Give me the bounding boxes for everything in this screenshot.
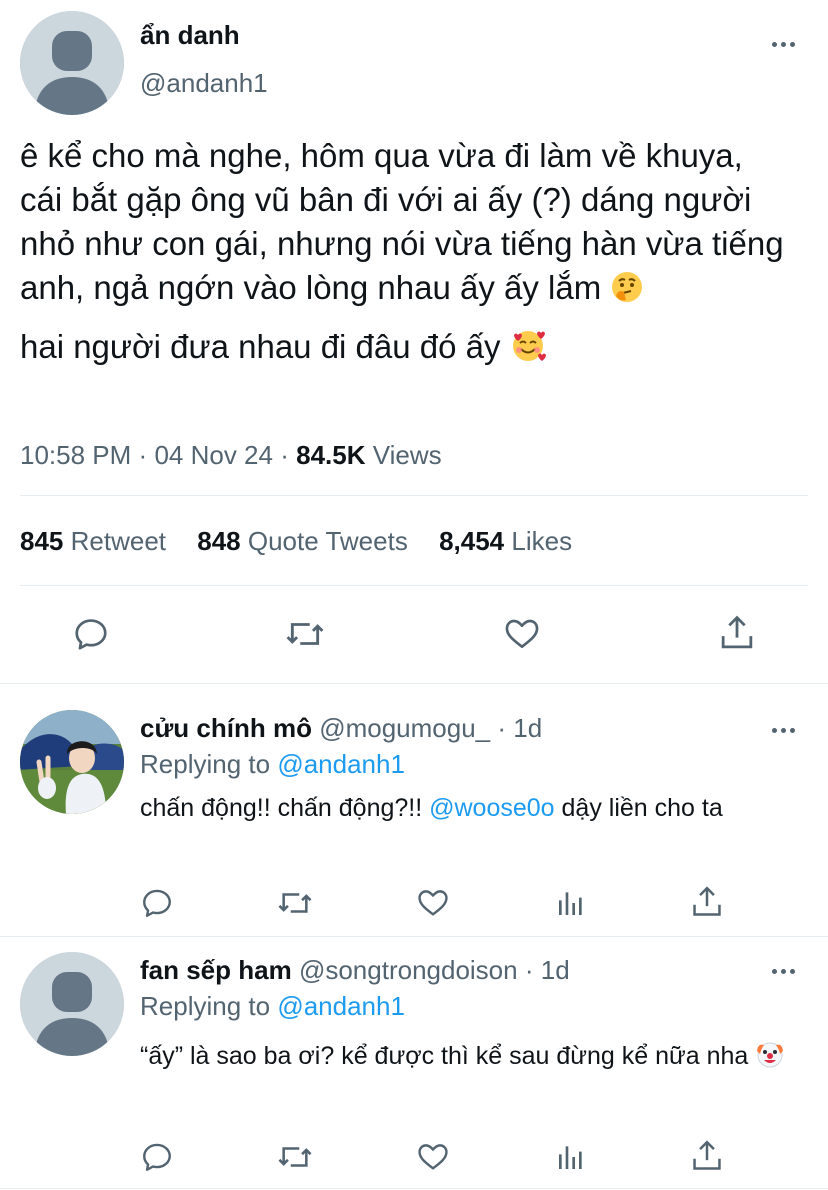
heart-icon xyxy=(418,1144,448,1170)
section-divider xyxy=(0,1188,828,1189)
heart-icon xyxy=(505,619,539,649)
more-options-button[interactable] xyxy=(772,42,795,47)
dot-icon xyxy=(772,42,777,47)
retweet-icon xyxy=(286,623,324,645)
reply-1-header: cửu chính mô @mogumogu_ · 1d xyxy=(140,713,543,743)
divider xyxy=(20,585,808,586)
divider xyxy=(20,495,808,496)
tweet-meta: 10:58 PM · 04 Nov 24 · 84.5K Views xyxy=(20,440,442,470)
thinking-face-emoji-icon xyxy=(610,270,644,315)
share-icon xyxy=(693,886,721,916)
reply-1-replying-to: Replying to @andanh1 xyxy=(140,749,405,779)
like-button[interactable] xyxy=(502,615,542,653)
analytics-icon xyxy=(559,892,582,915)
reply-1-share-button[interactable] xyxy=(690,884,724,920)
reply-2-header: fan sếp ham @songtrongdoison · 1d xyxy=(140,955,570,985)
reply-1-like-button[interactable] xyxy=(415,886,451,920)
reply-2-replying-to-link[interactable]: @andanh1 xyxy=(277,991,405,1021)
tweet-paragraph-2: hai người đưa nhau đi đâu đó ấy xyxy=(20,325,790,374)
reply-1-age[interactable]: 1d xyxy=(513,713,542,743)
reply-1-avatar[interactable] xyxy=(20,710,124,814)
reply-2-age[interactable]: 1d xyxy=(541,955,570,985)
likes-stat[interactable]: 8,454 Likes xyxy=(439,526,572,556)
share-icon xyxy=(721,615,753,649)
reply-1-retweet-button[interactable] xyxy=(276,886,314,920)
tweet-date[interactable]: 04 Nov 24 xyxy=(154,440,273,470)
reply-2-display-name[interactable]: fan sếp ham xyxy=(140,955,292,985)
section-divider xyxy=(0,683,828,684)
smiling-face-with-hearts-emoji-icon xyxy=(510,329,546,374)
share-icon xyxy=(693,1140,721,1170)
reply-icon xyxy=(143,889,171,917)
reply-1-text: chấn động!! chấn động?!! @woose0o dậy li… xyxy=(140,794,723,822)
dot-icon xyxy=(772,728,777,733)
reply-2-text: “ấy” là sao ba ơi? kể được thì kể sau đừ… xyxy=(140,1034,800,1083)
reply-button[interactable] xyxy=(72,615,110,653)
retweet-button[interactable] xyxy=(284,615,326,653)
main-display-name[interactable]: ẩn danh xyxy=(140,20,240,51)
retweet-icon xyxy=(278,1147,312,1167)
clown-face-emoji-icon xyxy=(755,1039,785,1083)
main-avatar[interactable] xyxy=(20,11,124,115)
tweet-paragraph-1: ê kể cho mà nghe, hôm qua vừa đi làm về … xyxy=(20,134,790,315)
reply-2-handle[interactable]: @songtrongdoison xyxy=(299,955,518,985)
reply-icon xyxy=(75,619,107,650)
reply-2-analytics-button[interactable] xyxy=(555,1140,587,1174)
dot-icon xyxy=(781,42,786,47)
reply-2-like-button[interactable] xyxy=(415,1140,451,1174)
reply-1-reply-button[interactable] xyxy=(140,886,174,920)
dot-icon xyxy=(781,969,786,974)
reply-2-share-button[interactable] xyxy=(690,1138,724,1174)
section-divider xyxy=(0,936,828,937)
retweets-stat[interactable]: 845 Retweet xyxy=(20,526,166,556)
reply-2-reply-button[interactable] xyxy=(140,1140,174,1174)
views-count: 84.5K xyxy=(296,440,366,470)
reply-2-more-options-button[interactable] xyxy=(772,969,795,974)
heart-icon xyxy=(418,890,448,916)
tweet-time[interactable]: 10:58 PM xyxy=(20,440,131,470)
reply-1-replying-to-link[interactable]: @andanh1 xyxy=(277,749,405,779)
reply-1-display-name[interactable]: cửu chính mô xyxy=(140,713,312,743)
share-button[interactable] xyxy=(718,613,756,653)
reply-1-analytics-button[interactable] xyxy=(555,886,587,920)
dot-icon xyxy=(790,728,795,733)
dot-icon xyxy=(781,728,786,733)
views-label: Views xyxy=(372,440,442,470)
analytics-icon xyxy=(559,1146,582,1169)
main-handle[interactable]: @andanh1 xyxy=(140,68,268,99)
default-avatar-icon xyxy=(20,11,124,115)
user-photo-avatar xyxy=(20,710,124,814)
tweet-stats: 845 Retweet 848 Quote Tweets 8,454 Likes xyxy=(20,526,572,557)
tweet-text: ê kể cho mà nghe, hôm qua vừa đi làm về … xyxy=(20,134,790,374)
dot-icon xyxy=(790,969,795,974)
reply-1-mention-link[interactable]: @woose0o xyxy=(429,794,554,822)
reply-2-retweet-button[interactable] xyxy=(276,1140,314,1174)
reply-icon xyxy=(143,1143,171,1171)
retweet-icon xyxy=(278,893,312,913)
reply-2-replying-to: Replying to @andanh1 xyxy=(140,991,405,1021)
dot-icon xyxy=(790,42,795,47)
reply-1-more-options-button[interactable] xyxy=(772,728,795,733)
quotes-stat[interactable]: 848 Quote Tweets xyxy=(197,526,408,556)
reply-1-handle[interactable]: @mogumogu_ xyxy=(319,713,490,743)
reply-2-avatar[interactable] xyxy=(20,952,124,1056)
default-avatar-icon xyxy=(20,952,124,1056)
dot-icon xyxy=(772,969,777,974)
